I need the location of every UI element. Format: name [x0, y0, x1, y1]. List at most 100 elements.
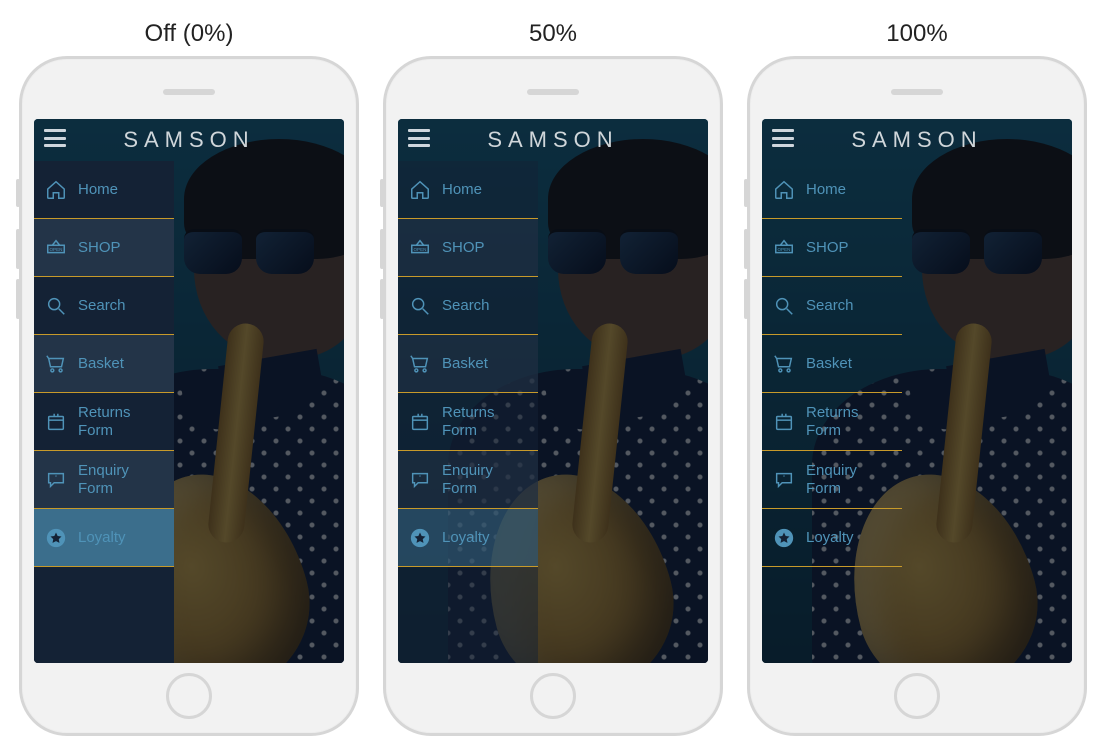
- search-icon: [408, 294, 432, 318]
- app-screen: SAMSON Home OPEN SHOP Search: [398, 119, 708, 663]
- nav-item-search[interactable]: Search: [762, 277, 902, 335]
- svg-text:OPEN: OPEN: [50, 246, 63, 251]
- svg-text:”: ”: [55, 475, 57, 482]
- nav-item-enquiry[interactable]: ” Enquiry Form: [762, 451, 902, 509]
- nav-item-label: Enquiry Form: [78, 462, 164, 497]
- package-return-icon: [772, 410, 796, 434]
- speech-bubble-icon: ”: [772, 468, 796, 492]
- nav-item-shop[interactable]: OPEN SHOP: [398, 219, 538, 277]
- nav-drawer: Home OPEN SHOP Search Basket: [34, 161, 174, 663]
- speech-bubble-icon: ”: [44, 468, 68, 492]
- hamburger-menu-icon[interactable]: [772, 129, 794, 147]
- shop-sign-icon: OPEN: [44, 236, 68, 260]
- app-screen: SAMSON Home OPEN SHOP Search: [762, 119, 1072, 663]
- nav-item-label: Search: [806, 297, 854, 314]
- star-circle-icon: [408, 526, 432, 550]
- phone-frame: SAMSON Home OPEN SHOP Search: [383, 56, 723, 736]
- app-header: SAMSON: [398, 119, 708, 161]
- package-return-icon: [44, 410, 68, 434]
- app-screen: SAMSON Home OPEN SHOP Search: [34, 119, 344, 663]
- phone-caption: 100%: [886, 20, 947, 48]
- nav-item-label: Basket: [442, 355, 488, 372]
- cart-icon: [44, 352, 68, 376]
- nav-item-search[interactable]: Search: [34, 277, 174, 335]
- speech-bubble-icon: ”: [408, 468, 432, 492]
- nav-item-basket[interactable]: Basket: [762, 335, 902, 393]
- cart-icon: [408, 352, 432, 376]
- brand-title: SAMSON: [487, 127, 618, 153]
- nav-drawer: Home OPEN SHOP Search Basket: [398, 161, 538, 663]
- nav-item-label: Enquiry Form: [442, 462, 528, 497]
- nav-item-label: Returns Form: [78, 404, 164, 439]
- nav-item-basket[interactable]: Basket: [398, 335, 538, 393]
- brand-title: SAMSON: [123, 127, 254, 153]
- nav-item-label: Basket: [806, 355, 852, 372]
- phone-side-button: [744, 279, 748, 319]
- phone-speaker: [891, 89, 943, 95]
- brand-title: SAMSON: [851, 127, 982, 153]
- nav-item-home[interactable]: Home: [762, 161, 902, 219]
- phone-frame: SAMSON Home OPEN SHOP Search: [19, 56, 359, 736]
- nav-item-shop[interactable]: OPEN SHOP: [762, 219, 902, 277]
- nav-item-returns[interactable]: Returns Form: [398, 393, 538, 451]
- nav-item-label: Search: [442, 297, 490, 314]
- phone-speaker: [163, 89, 215, 95]
- hamburger-menu-icon[interactable]: [44, 129, 66, 147]
- nav-item-returns[interactable]: Returns Form: [34, 393, 174, 451]
- star-circle-icon: [772, 526, 796, 550]
- phone-side-button: [744, 179, 748, 207]
- phone-home-button[interactable]: [166, 673, 212, 719]
- phone-home-button[interactable]: [894, 673, 940, 719]
- star-circle-icon: [44, 526, 68, 550]
- cart-icon: [772, 352, 796, 376]
- drawer-spacer: [34, 567, 174, 663]
- shop-sign-icon: OPEN: [772, 236, 796, 260]
- home-icon: [772, 178, 796, 202]
- nav-item-label: SHOP: [806, 239, 849, 256]
- phone-speaker: [527, 89, 579, 95]
- hamburger-menu-icon[interactable]: [408, 129, 430, 147]
- nav-item-returns[interactable]: Returns Form: [762, 393, 902, 451]
- nav-item-label: Returns Form: [806, 404, 892, 439]
- nav-item-label: Loyalty: [78, 529, 126, 546]
- nav-item-label: Returns Form: [442, 404, 528, 439]
- nav-item-loyalty[interactable]: Loyalty: [398, 509, 538, 567]
- home-icon: [408, 178, 432, 202]
- nav-item-search[interactable]: Search: [398, 277, 538, 335]
- nav-item-home[interactable]: Home: [398, 161, 538, 219]
- nav-item-basket[interactable]: Basket: [34, 335, 174, 393]
- app-header: SAMSON: [762, 119, 1072, 161]
- nav-item-label: Home: [442, 181, 482, 198]
- nav-item-shop[interactable]: OPEN SHOP: [34, 219, 174, 277]
- phone-side-button: [16, 229, 20, 269]
- nav-item-label: Search: [78, 297, 126, 314]
- nav-item-label: Home: [78, 181, 118, 198]
- nav-item-label: Basket: [78, 355, 124, 372]
- phone-home-button[interactable]: [530, 673, 576, 719]
- drawer-spacer: [762, 567, 902, 663]
- nav-item-enquiry[interactable]: ” Enquiry Form: [34, 451, 174, 509]
- phone-demo-0: Off (0%) SAMSON Home: [19, 20, 359, 736]
- svg-text:”: ”: [783, 475, 785, 482]
- phone-demo-100: 100% SAMSON Home: [747, 20, 1087, 736]
- nav-item-home[interactable]: Home: [34, 161, 174, 219]
- phone-frame: SAMSON Home OPEN SHOP Search: [747, 56, 1087, 736]
- phone-side-button: [380, 229, 384, 269]
- svg-text:”: ”: [419, 475, 421, 482]
- nav-item-label: SHOP: [442, 239, 485, 256]
- nav-item-label: Enquiry Form: [806, 462, 892, 497]
- svg-text:OPEN: OPEN: [414, 246, 427, 251]
- nav-item-loyalty[interactable]: Loyalty: [34, 509, 174, 567]
- phone-side-button: [16, 179, 20, 207]
- nav-item-enquiry[interactable]: ” Enquiry Form: [398, 451, 538, 509]
- nav-item-label: Loyalty: [442, 529, 490, 546]
- nav-item-loyalty[interactable]: Loyalty: [762, 509, 902, 567]
- drawer-spacer: [398, 567, 538, 663]
- phone-demo-50: 50% SAMSON Home: [383, 20, 723, 736]
- app-header: SAMSON: [34, 119, 344, 161]
- shop-sign-icon: OPEN: [408, 236, 432, 260]
- package-return-icon: [408, 410, 432, 434]
- home-icon: [44, 178, 68, 202]
- search-icon: [44, 294, 68, 318]
- phone-caption: 50%: [529, 20, 577, 48]
